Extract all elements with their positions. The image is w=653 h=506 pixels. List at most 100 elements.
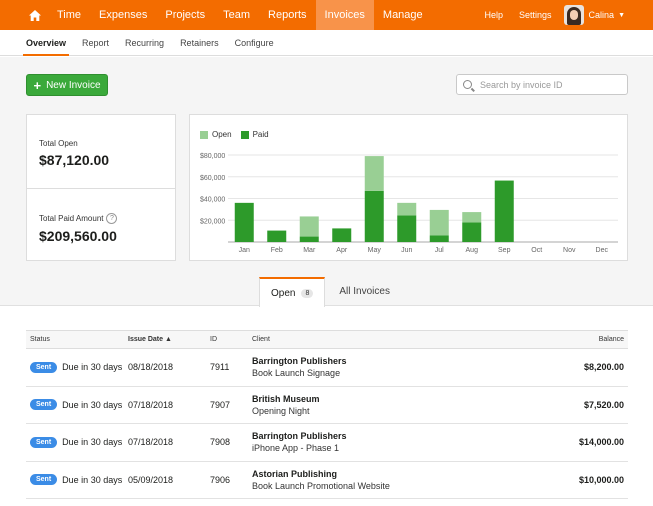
nav-team[interactable]: Team xyxy=(214,0,259,30)
total-open-value: $87,120.00 xyxy=(39,152,110,168)
subnav-configure[interactable]: Configure xyxy=(235,30,274,56)
home-icon[interactable] xyxy=(22,0,48,30)
nav-reports[interactable]: Reports xyxy=(259,0,316,30)
project-name: Opening Night xyxy=(252,405,310,416)
bar-paid-sep[interactable] xyxy=(494,180,514,242)
issue-date: 07/18/2018 xyxy=(128,437,174,448)
client-cell: Astorian Publishing Book Launch Promotio… xyxy=(252,469,528,491)
total-paid-value: $209,560.00 xyxy=(39,228,117,244)
table-row[interactable]: Sent Due in 30 days 08/18/2018 7911 Barr… xyxy=(26,349,628,387)
balance: $7,520.00 xyxy=(583,399,624,410)
issue-date: 07/18/2018 xyxy=(128,399,174,410)
nav-projects[interactable]: Projects xyxy=(156,0,214,30)
invoice-tabs: Open 8 All Invoices xyxy=(259,277,404,307)
x-tick-label: Dec xyxy=(596,247,609,254)
client-cell: British Museum Opening Night xyxy=(252,394,528,416)
x-tick-label: Aug xyxy=(466,247,479,254)
user-menu-name[interactable]: Calina xyxy=(589,10,615,20)
total-open-label: Total Open xyxy=(39,139,78,148)
bar-open-aug[interactable] xyxy=(462,212,482,223)
avatar[interactable] xyxy=(563,5,584,25)
subnav-overview[interactable]: Overview xyxy=(22,30,70,56)
bar-paid-mar[interactable] xyxy=(299,236,319,242)
header-client[interactable]: Client xyxy=(252,336,528,343)
bar-open-jun[interactable] xyxy=(397,202,417,216)
project-name: iPhone App - Phase 1 xyxy=(252,443,340,454)
table-row[interactable]: Sent Due in 30 days 07/18/2018 7908 Barr… xyxy=(26,424,628,462)
nav-manage[interactable]: Manage xyxy=(374,0,432,30)
subnav-report[interactable]: Report xyxy=(82,30,109,56)
settings-link[interactable]: Settings xyxy=(511,0,560,30)
header-id[interactable]: ID xyxy=(210,336,252,343)
search-icon xyxy=(463,80,472,89)
sub-nav: Overview Report Recurring Retainers Conf… xyxy=(0,30,653,56)
bar-paid-feb[interactable] xyxy=(267,230,287,242)
nav-invoices[interactable]: Invoices xyxy=(315,0,374,30)
x-tick-label: Nov xyxy=(563,247,576,254)
help-icon[interactable]: ? xyxy=(106,213,118,224)
subnav-retainers[interactable]: Retainers xyxy=(180,30,219,56)
new-invoice-button[interactable]: + New Invoice xyxy=(26,74,108,96)
status-badge: Sent xyxy=(30,474,58,486)
issue-date: 05/09/2018 xyxy=(128,474,174,485)
client-cell: Barrington Publishers iPhone App - Phase… xyxy=(252,431,528,453)
top-nav: Time Expenses Projects Team Reports Invo… xyxy=(0,0,653,30)
tab-all-invoices[interactable]: All Invoices xyxy=(325,277,404,306)
status-badge: Sent xyxy=(30,399,58,411)
search-box xyxy=(456,74,628,95)
bar-open-mar[interactable] xyxy=(299,216,319,237)
sort-up-icon: ▲ xyxy=(164,336,172,343)
table-row[interactable]: Sent Due in 30 days 05/09/2018 7906 Asto… xyxy=(26,462,628,499)
total-open: Total Open $87,120.00 xyxy=(27,115,175,188)
balance: $10,000.00 xyxy=(578,474,624,485)
invoice-chart: Open Paid $20,000 $40,000 $60,000 $80,000 Ja… xyxy=(189,114,628,261)
bar-paid-aug[interactable] xyxy=(462,222,482,242)
invoice-table: Status Issue Date ▲ ID Client Balance Se… xyxy=(26,330,628,499)
bar-paid-may[interactable] xyxy=(364,190,384,242)
status-cell: Sent Due in 30 days xyxy=(26,361,128,373)
tab-open[interactable]: Open 8 xyxy=(259,277,326,307)
status-text: Due in 30 days xyxy=(62,362,123,373)
bar-paid-apr[interactable] xyxy=(332,228,352,242)
x-tick-label: Jul xyxy=(435,247,444,254)
help-link[interactable]: Help xyxy=(477,0,512,30)
x-tick-label: Apr xyxy=(336,247,348,254)
header-status[interactable]: Status xyxy=(26,336,128,343)
y-tick-label: $20,000 xyxy=(200,218,225,225)
bar-paid-jun[interactable] xyxy=(397,215,417,242)
balance: $14,000.00 xyxy=(578,437,624,448)
status-cell: Sent Due in 30 days xyxy=(26,436,128,448)
status-cell: Sent Due in 30 days xyxy=(26,474,128,486)
search-input[interactable] xyxy=(480,79,620,90)
subnav-recurring[interactable]: Recurring xyxy=(125,30,164,56)
bar-open-may[interactable] xyxy=(364,156,384,191)
overview-panel: + New Invoice Total Open $87,120.00 Tota… xyxy=(0,57,653,306)
nav-time[interactable]: Time xyxy=(48,0,90,30)
client-name: Astorian Publishing xyxy=(252,468,338,479)
table-row[interactable]: Sent Due in 30 days 07/18/2018 7907 Brit… xyxy=(26,387,628,424)
invoice-id: 7907 xyxy=(210,399,231,410)
header-balance[interactable]: Balance xyxy=(528,336,628,343)
client-name: Barrington Publishers xyxy=(252,356,347,367)
total-paid-label: Total Paid Amount xyxy=(39,214,104,223)
bar-paid-jul[interactable] xyxy=(429,235,449,242)
total-paid-label-row: Total Paid Amount ? xyxy=(39,213,175,224)
header-issue-date[interactable]: Issue Date ▲ xyxy=(128,336,210,343)
status-text: Due in 30 days xyxy=(62,474,123,485)
status-badge: Sent xyxy=(30,436,58,448)
status-badge: Sent xyxy=(30,361,58,373)
bar-open-jul[interactable] xyxy=(429,209,449,236)
nav-expenses[interactable]: Expenses xyxy=(90,0,156,30)
y-tick-label: $40,000 xyxy=(200,197,225,204)
status-text: Due in 30 days xyxy=(62,437,123,448)
chevron-down-icon[interactable]: ▼ xyxy=(618,12,625,19)
invoice-id: 7911 xyxy=(210,362,230,373)
x-tick-label: Feb xyxy=(271,247,283,254)
balance: $8,200.00 xyxy=(583,362,624,373)
client-name: British Museum xyxy=(252,393,320,404)
project-name: Book Launch Promotional Website xyxy=(252,480,390,491)
y-tick-label: $80,000 xyxy=(200,153,225,160)
bar-paid-jan[interactable] xyxy=(234,202,254,242)
client-name: Barrington Publishers xyxy=(252,431,347,442)
invoice-id: 7908 xyxy=(210,437,231,448)
